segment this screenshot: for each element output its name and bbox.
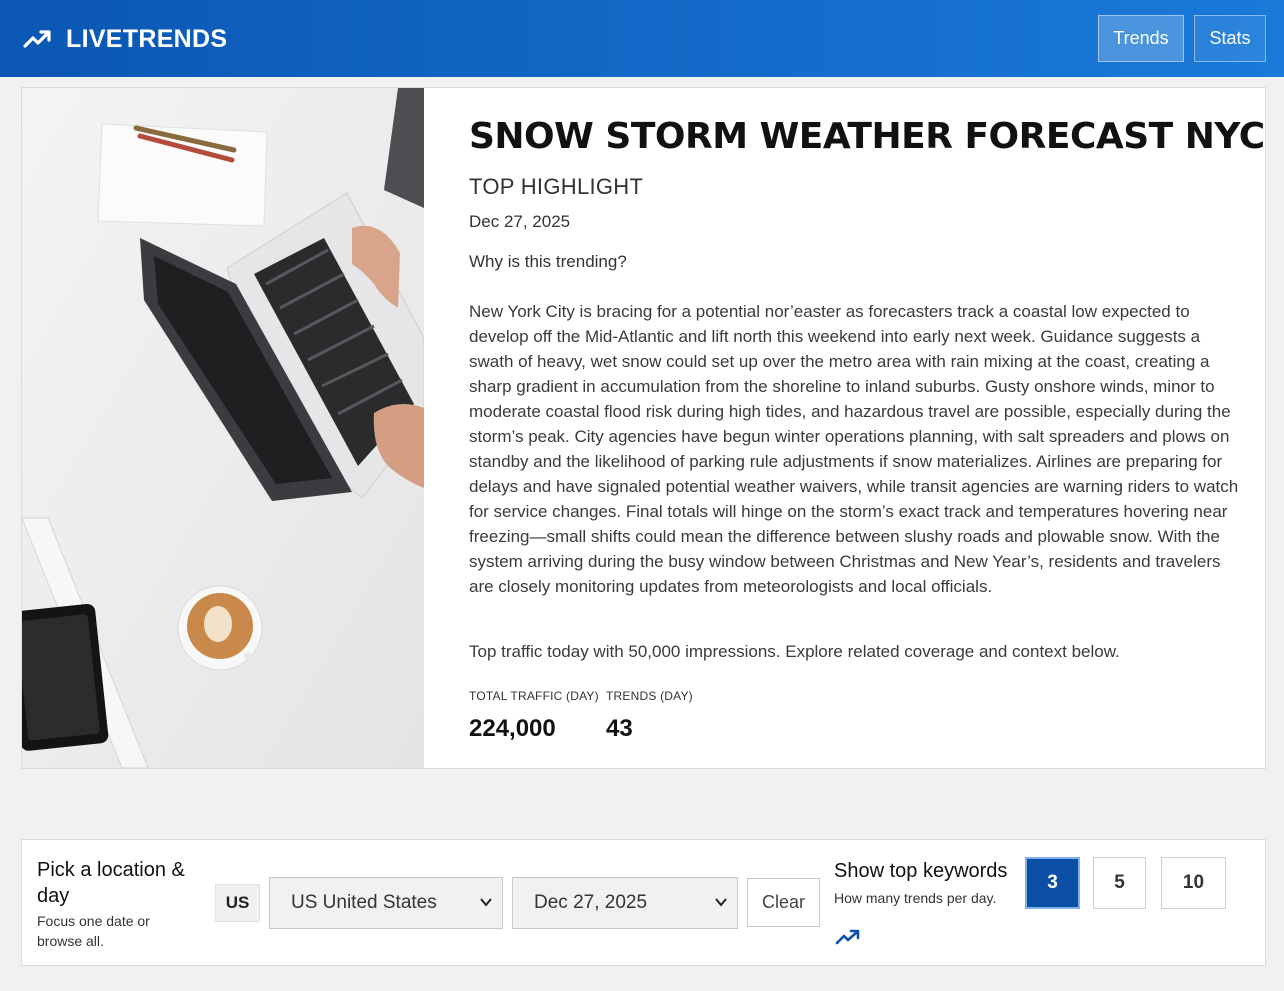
hero-image <box>22 88 424 768</box>
stat-value: 224,000 <box>469 715 556 742</box>
chevron-down-icon <box>480 898 492 907</box>
filters-title: Pick a location & day <box>37 859 185 907</box>
nav-trends-button[interactable]: Trends <box>1098 15 1184 62</box>
country-select[interactable]: US United States <box>269 877 503 929</box>
top-header: LIVETRENDS Trends Stats <box>0 0 1284 77</box>
date-select-value: Dec 27, 2025 <box>534 892 648 913</box>
trending-up-icon <box>835 929 860 945</box>
chevron-down-icon <box>715 898 727 907</box>
hero-date: Dec 27, 2025 <box>469 212 571 231</box>
hero-card: SNOW STORM WEATHER FORECAST NYC TOP HIGH… <box>21 87 1266 769</box>
clear-button[interactable]: Clear <box>747 878 820 927</box>
stat-label: TOTAL TRAFFIC (DAY) <box>469 689 599 703</box>
country-code-badge: US <box>215 884 260 922</box>
stat-label: TRENDS (DAY) <box>606 689 693 703</box>
hero-title: SNOW STORM WEATHER FORECAST NYC <box>469 116 1265 157</box>
brand[interactable]: LIVETRENDS <box>22 24 227 54</box>
filters-subtitle: Focus one date or browse all. <box>37 913 150 949</box>
hero-description: New York City is bracing for a potential… <box>469 302 1239 596</box>
traffic-note: Top traffic today with 50,000 impression… <box>469 642 1120 661</box>
date-select[interactable]: Dec 27, 2025 <box>512 877 738 929</box>
stat-value: 43 <box>606 715 633 742</box>
nav-stats-button[interactable]: Stats <box>1194 15 1266 62</box>
filters-panel: Pick a location & day Focus one date or … <box>21 839 1266 966</box>
total-traffic-stat: TOTAL TRAFFIC (DAY) 224,000 <box>469 689 599 743</box>
count-3-button[interactable]: 3 <box>1025 857 1080 909</box>
country-select-value: US United States <box>291 892 437 913</box>
keywords-subtitle: How many trends per day. <box>834 890 997 906</box>
hero-kicker: TOP HIGHLIGHT <box>469 174 644 199</box>
count-10-button[interactable]: 10 <box>1161 857 1226 909</box>
laptop-desk-photo <box>22 88 424 768</box>
brand-name: LIVETRENDS <box>66 25 228 53</box>
count-5-button[interactable]: 5 <box>1093 857 1146 909</box>
keywords-title: Show top keywords <box>834 860 1008 882</box>
trending-up-icon <box>23 30 51 48</box>
trends-count-stat: TRENDS (DAY) 43 <box>606 689 693 743</box>
why-trending-heading: Why is this trending? <box>469 252 627 271</box>
